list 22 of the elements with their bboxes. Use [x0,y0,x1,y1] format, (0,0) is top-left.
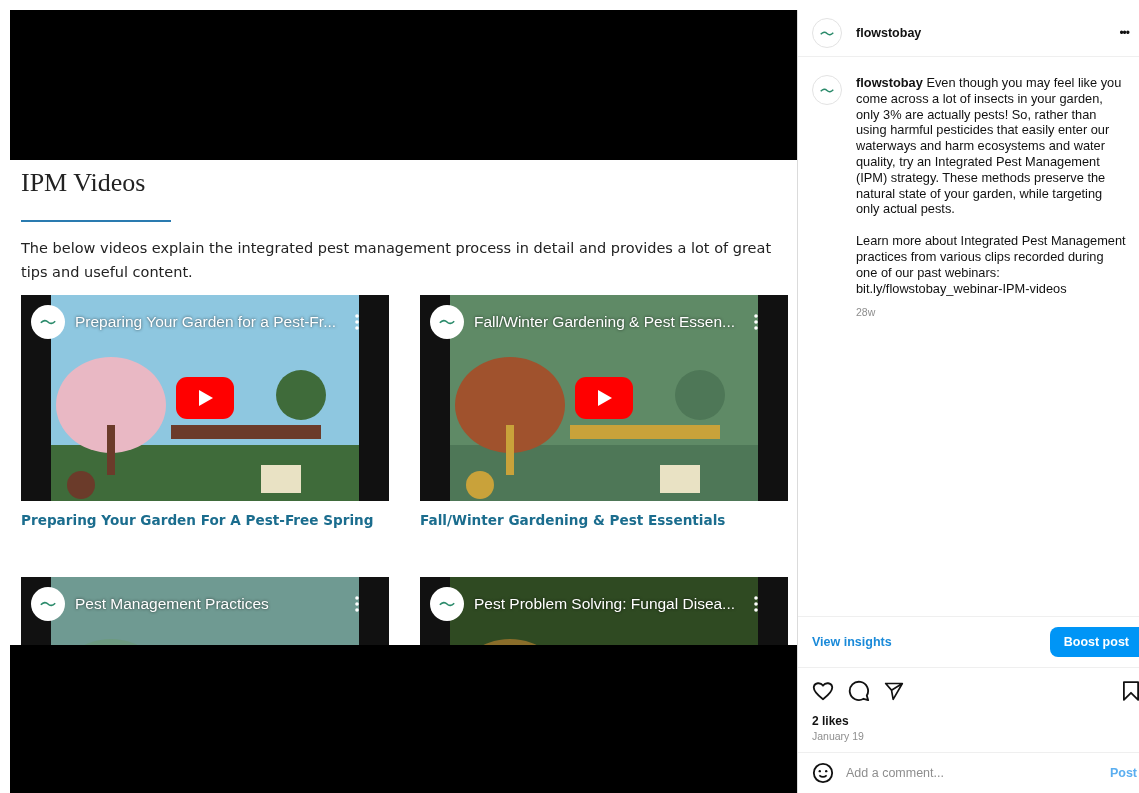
emoji-icon[interactable] [812,762,834,784]
video-title[interactable]: Fall/Winter Gardening & Pest Essen... [474,313,744,331]
more-options-icon[interactable] [754,596,758,612]
post-caption: flowstobay Even though you may feel like you come across a lot of insects in your garden, only 3% are actually pests! So, rather than using harmful pesticides that easily enter our waterways and harm ecosystems and water quality, try an Integrated Pest Management (IPM) strategy. These methods preserve the natural state of your garden, while targeting only actual pests. [856,75,1123,218]
intro-paragraph: The below videos explain the integrated pest management process in detail and provides a lot of great tips and useful content. [21,239,773,282]
boost-post-button[interactable]: Boost post [1049,627,1139,657]
post-caption: Learn more about Integrated Pest Management practices from various clips recorded during one of our past webinars: bit.ly/flowstobay_webinar-IPM-videos [856,233,1127,297]
play-button[interactable] [575,377,633,419]
comment-icon[interactable] [848,680,870,702]
post-time: 28w [856,306,876,319]
view-insights-link[interactable]: View insights [812,635,892,649]
play-button[interactable] [176,377,234,419]
send-icon[interactable] [884,681,904,701]
video-link[interactable]: Fall/Winter Gardening & Pest Essentials [420,512,726,528]
page-heading: IPM Videos [21,168,147,198]
heart-icon[interactable] [812,681,834,701]
bookmark-icon[interactable] [1123,681,1139,701]
likes-count[interactable]: 2 likes [812,714,1139,728]
more-options-icon[interactable]: ••• [1119,26,1129,40]
post-date: January 19 [812,730,865,742]
username[interactable]: flowstobay [856,26,1106,40]
video-link[interactable]: Preparing Your Garden For A Pest-Free Spring [21,512,374,528]
